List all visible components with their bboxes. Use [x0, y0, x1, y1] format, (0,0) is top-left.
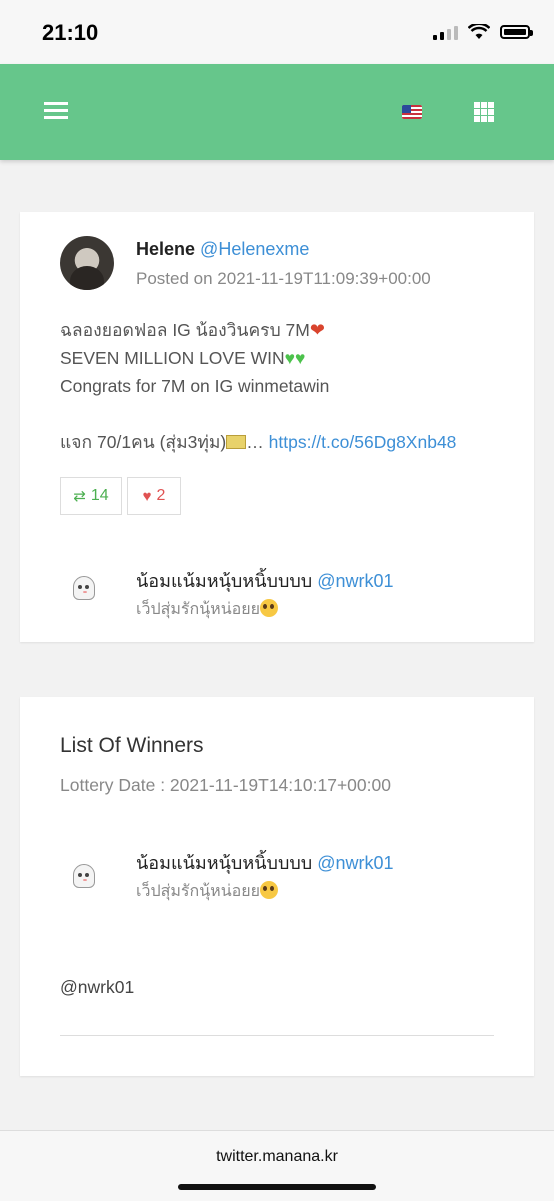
winner-avatar[interactable]: [60, 852, 110, 902]
author-avatar[interactable]: [60, 236, 114, 290]
tweet-line-4: แจก 70/1คน (สุ่ม3ทุ่ม): [60, 432, 227, 452]
pleading-face-emoji-icon: [259, 599, 278, 617]
like-count: 2: [156, 487, 166, 504]
money-emoji-icon: [226, 435, 247, 449]
tweet-text: ฉลองยอดฟอล IG น้องวินครบ 7M❤ SEVEN MILLI…: [60, 316, 456, 456]
browser-footer: twitter.manana.kr: [0, 1130, 554, 1201]
pleading-face-emoji-icon: [259, 881, 278, 899]
ghost-avatar-icon: [73, 576, 95, 600]
winners-title: List Of Winners: [60, 734, 204, 757]
winner-description-text: เว็ปสุ่มรักนุ้หน่อยย: [136, 883, 260, 900]
winner-list-entry: @nwrk01: [60, 977, 135, 997]
ghost-avatar-icon: [73, 864, 95, 888]
commenter-description-text: เว็ปสุ่มรักนุ้หน่อยย: [136, 601, 260, 618]
tweet-line-2: SEVEN MILLION LOVE WIN: [60, 348, 285, 368]
url-bar[interactable]: twitter.manana.kr: [0, 1148, 554, 1166]
grid-icon[interactable]: [474, 102, 494, 122]
divider: [60, 1035, 494, 1036]
tweet-line-1: ฉลองยอดฟอล IG น้องวินครบ 7M: [60, 320, 310, 340]
cellular-signal-icon: [433, 24, 458, 40]
status-icons: [433, 24, 533, 40]
tweet-link[interactable]: https://t.co/56Dg8Xnb48: [269, 432, 457, 452]
author-line: Helene @Helenexme: [136, 239, 309, 260]
tweet-ellipsis: …: [246, 432, 264, 452]
winner-description: เว็ปสุ่มรักนุ้หน่อยย: [136, 879, 278, 904]
retweet-button[interactable]: ⇄ 14: [60, 477, 122, 515]
hamburger-icon[interactable]: [44, 102, 68, 120]
battery-icon: [500, 25, 533, 39]
app-header: [0, 64, 554, 160]
commenter-handle[interactable]: @nwrk01: [317, 571, 393, 591]
like-button[interactable]: ♥ 2: [127, 477, 181, 515]
heart-icon: ♥: [142, 487, 152, 505]
tweet-card: Helene @Helenexme Posted on 2021-11-19T1…: [20, 212, 534, 642]
heart-on-fire-emoji-icon: ❤: [309, 320, 325, 340]
commenter-name[interactable]: น้อมแน้มหนุ้บหนิ้บบบบ: [136, 571, 312, 591]
winner-name[interactable]: น้อมแน้มหนุ้บหนิ้บบบบ: [136, 853, 312, 873]
commenter-description: เว็ปสุ่มรักนุ้หน่อยย: [136, 597, 278, 622]
commenter-name-line: น้อมแน้มหนุ้บหนิ้บบบบ @nwrk01: [136, 566, 394, 595]
status-bar: 21:10: [0, 0, 554, 64]
tweet-line-3: Congrats for 7M on IG winmetawin: [60, 376, 330, 396]
winner-name-line: น้อมแน้มหนุ้บหนิ้บบบบ @nwrk01: [136, 848, 394, 877]
retweet-count: 14: [90, 487, 109, 504]
winners-card: List Of Winners Lottery Date : 2021-11-1…: [20, 697, 534, 1076]
status-time: 21:10: [42, 20, 99, 45]
author-name[interactable]: Helene: [136, 239, 195, 259]
winner-handle-link[interactable]: @nwrk01: [317, 853, 393, 873]
lottery-date: Lottery Date : 2021-11-19T14:10:17+00:00: [60, 775, 391, 795]
us-flag-icon[interactable]: [402, 105, 422, 119]
retweet-icon: ⇄: [73, 488, 86, 505]
author-handle[interactable]: @Helenexme: [200, 239, 309, 259]
posted-date: Posted on 2021-11-19T11:09:39+00:00: [136, 269, 431, 288]
commenter-avatar[interactable]: [60, 564, 110, 614]
home-indicator[interactable]: [178, 1184, 376, 1190]
green-heart-emoji-icon: ♥♥: [284, 348, 306, 368]
wifi-icon: [468, 24, 490, 39]
